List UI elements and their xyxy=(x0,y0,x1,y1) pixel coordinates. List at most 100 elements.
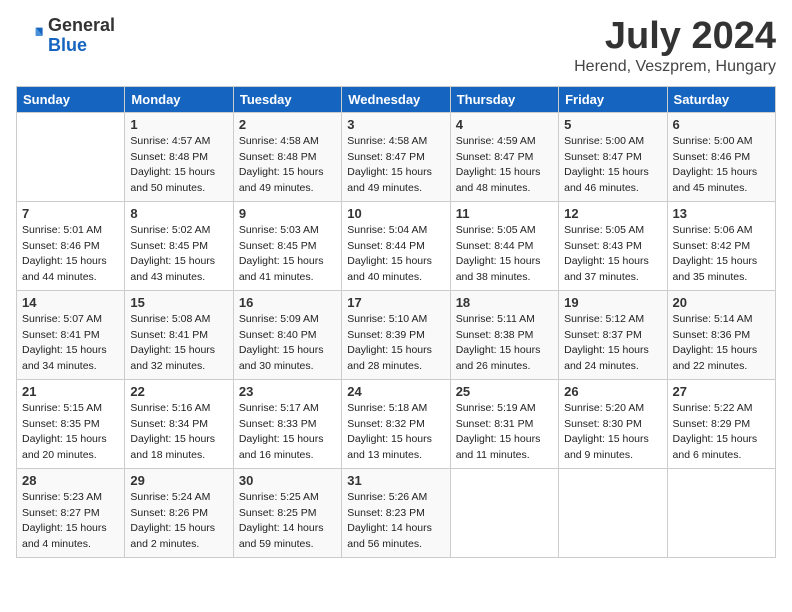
cell-line: Sunset: 8:47 PM xyxy=(347,151,425,163)
day-number: 10 xyxy=(347,206,444,221)
day-number: 6 xyxy=(673,117,770,132)
cell-line: Sunset: 8:31 PM xyxy=(456,418,534,430)
day-number: 18 xyxy=(456,295,553,310)
calendar-cell: 26Sunrise: 5:20 AMSunset: 8:30 PMDayligh… xyxy=(559,379,667,468)
day-number: 5 xyxy=(564,117,661,132)
cell-line: and 45 minutes. xyxy=(673,182,748,194)
day-number: 2 xyxy=(239,117,336,132)
cell-line: Sunrise: 4:58 AM xyxy=(347,135,427,147)
day-number: 25 xyxy=(456,384,553,399)
cell-content: Sunrise: 5:08 AMSunset: 8:41 PMDaylight:… xyxy=(130,312,227,375)
cell-line: Daylight: 15 hours xyxy=(347,344,432,356)
cell-line: Daylight: 15 hours xyxy=(22,522,107,534)
cell-line: and 18 minutes. xyxy=(130,449,205,461)
cell-content: Sunrise: 5:03 AMSunset: 8:45 PMDaylight:… xyxy=(239,223,336,286)
cell-content: Sunrise: 5:24 AMSunset: 8:26 PMDaylight:… xyxy=(130,490,227,553)
cell-line: Sunrise: 5:18 AM xyxy=(347,402,427,414)
calendar-cell: 7Sunrise: 5:01 AMSunset: 8:46 PMDaylight… xyxy=(17,201,125,290)
cell-line: Daylight: 15 hours xyxy=(456,255,541,267)
cell-line: Daylight: 15 hours xyxy=(564,344,649,356)
cell-line: Daylight: 14 hours xyxy=(347,522,432,534)
cell-line: Sunset: 8:36 PM xyxy=(673,329,751,341)
day-number: 11 xyxy=(456,206,553,221)
week-row-2: 7Sunrise: 5:01 AMSunset: 8:46 PMDaylight… xyxy=(17,201,776,290)
cell-content: Sunrise: 5:09 AMSunset: 8:40 PMDaylight:… xyxy=(239,312,336,375)
cell-line: and 26 minutes. xyxy=(456,360,531,372)
cell-line: Daylight: 15 hours xyxy=(239,255,324,267)
cell-line: and 46 minutes. xyxy=(564,182,639,194)
cell-line: and 11 minutes. xyxy=(456,449,530,461)
cell-line: Sunset: 8:41 PM xyxy=(22,329,100,341)
cell-content: Sunrise: 5:20 AMSunset: 8:30 PMDaylight:… xyxy=(564,401,661,464)
calendar-cell: 28Sunrise: 5:23 AMSunset: 8:27 PMDayligh… xyxy=(17,468,125,557)
cell-line: Sunrise: 5:03 AM xyxy=(239,224,319,236)
cell-content: Sunrise: 5:05 AMSunset: 8:43 PMDaylight:… xyxy=(564,223,661,286)
cell-line: and 22 minutes. xyxy=(673,360,748,372)
cell-line: Sunrise: 5:23 AM xyxy=(22,491,102,503)
day-header-sunday: Sunday xyxy=(17,86,125,112)
cell-line: Sunrise: 5:05 AM xyxy=(564,224,644,236)
calendar-cell: 30Sunrise: 5:25 AMSunset: 8:25 PMDayligh… xyxy=(233,468,341,557)
cell-content: Sunrise: 5:00 AMSunset: 8:46 PMDaylight:… xyxy=(673,134,770,197)
calendar-cell: 31Sunrise: 5:26 AMSunset: 8:23 PMDayligh… xyxy=(342,468,450,557)
cell-line: and 2 minutes. xyxy=(130,538,199,550)
cell-content: Sunrise: 5:18 AMSunset: 8:32 PMDaylight:… xyxy=(347,401,444,464)
cell-line: Daylight: 15 hours xyxy=(673,166,758,178)
cell-line: and 34 minutes. xyxy=(22,360,97,372)
cell-line: Sunrise: 5:05 AM xyxy=(456,224,536,236)
calendar-cell: 24 Sunrise: 5:18 AMSunset: 8:32 PMDayligh… xyxy=(342,379,450,468)
calendar-cell: 9 Sunrise: 5:03 AMSunset: 8:45 PMDaylight… xyxy=(233,201,341,290)
cell-line: Sunset: 8:34 PM xyxy=(130,418,208,430)
day-number: 23 xyxy=(239,384,336,399)
cell-line: Sunset: 8:48 PM xyxy=(130,151,208,163)
cell-line: and 9 minutes. xyxy=(564,449,633,461)
cell-line: Sunrise: 4:59 AM xyxy=(456,135,536,147)
day-number: 27 xyxy=(673,384,770,399)
calendar-cell: 4Sunrise: 4:59 AMSunset: 8:47 PMDaylight… xyxy=(450,112,558,201)
cell-line: Sunset: 8:40 PM xyxy=(239,329,317,341)
calendar-cell: 13Sunrise: 5:06 AMSunset: 8:42 PMDayligh… xyxy=(667,201,775,290)
day-header-wednesday: Wednesday xyxy=(342,86,450,112)
cell-line: Daylight: 15 hours xyxy=(456,344,541,356)
day-number: 9 xyxy=(239,206,336,221)
logo-icon xyxy=(16,22,44,50)
logo-text: General Blue xyxy=(48,16,115,56)
location: Herend, Veszprem, Hungary xyxy=(574,58,776,76)
cell-line: Sunrise: 5:04 AM xyxy=(347,224,427,236)
day-number: 19 xyxy=(564,295,661,310)
cell-line: Sunrise: 5:12 AM xyxy=(564,313,644,325)
day-number: 24 xyxy=(347,384,444,399)
calendar-cell: 20Sunrise: 5:14 AMSunset: 8:36 PMDayligh… xyxy=(667,290,775,379)
cell-line: Sunset: 8:45 PM xyxy=(130,240,208,252)
cell-line: and 32 minutes. xyxy=(130,360,205,372)
cell-line: Daylight: 15 hours xyxy=(22,344,107,356)
cell-line: Sunset: 8:47 PM xyxy=(456,151,534,163)
cell-line: and 35 minutes. xyxy=(673,271,748,283)
calendar-cell: 16Sunrise: 5:09 AMSunset: 8:40 PMDayligh… xyxy=(233,290,341,379)
cell-line: Sunrise: 5:00 AM xyxy=(564,135,644,147)
cell-line: and 56 minutes. xyxy=(347,538,422,550)
cell-content: Sunrise: 5:07 AM Sunset: 8:41 PM Daylight:… xyxy=(22,312,119,375)
cell-line: and 41 minutes. xyxy=(239,271,314,283)
day-header-saturday: Saturday xyxy=(667,86,775,112)
cell-line: Daylight: 15 hours xyxy=(564,166,649,178)
cell-line: Sunrise: 5:26 AM xyxy=(347,491,427,503)
cell-line: and 28 minutes. xyxy=(347,360,422,372)
cell-line: Sunset: 8:35 PM xyxy=(22,418,100,430)
cell-line: and 6 minutes. xyxy=(673,449,742,461)
cell-line: Sunrise: 5:07 AM xyxy=(22,313,102,325)
cell-line: Daylight: 15 hours xyxy=(239,433,324,445)
cell-line: Daylight: 15 hours xyxy=(130,166,215,178)
calendar-cell: 1Sunrise: 4:57 AMSunset: 8:48 PMDaylight… xyxy=(125,112,233,201)
cell-line: Sunset: 8:41 PM xyxy=(130,329,208,341)
cell-line: Daylight: 15 hours xyxy=(130,433,215,445)
cell-line: and 40 minutes. xyxy=(347,271,422,283)
cell-line: Daylight: 15 hours xyxy=(239,166,324,178)
cell-line: Sunset: 8:30 PM xyxy=(564,418,642,430)
cell-line: Sunset: 8:46 PM xyxy=(22,240,100,252)
cell-line: Sunrise: 5:20 AM xyxy=(564,402,644,414)
header: General Blue July 2024 Herend, Veszprem,… xyxy=(16,16,776,76)
day-number: 31 xyxy=(347,473,444,488)
cell-line: Sunrise: 5:17 AM xyxy=(239,402,319,414)
cell-content: Sunrise: 5:05 AMSunset: 8:44 PMDaylight:… xyxy=(456,223,553,286)
